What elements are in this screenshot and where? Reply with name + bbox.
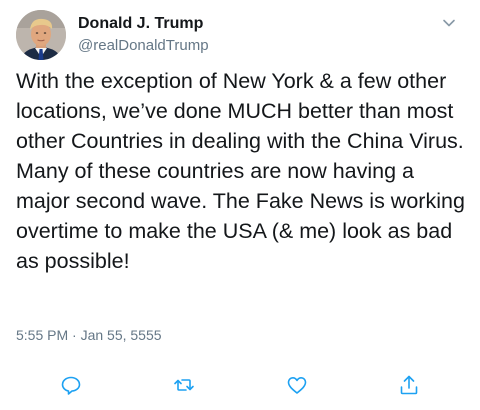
avatar-image — [16, 10, 66, 60]
author-handle[interactable]: @realDonaldTrump — [78, 37, 209, 54]
tweet-timestamp[interactable]: 5:55 PM · Jan 55, 5555 — [16, 327, 162, 343]
retweet-icon[interactable] — [172, 373, 196, 397]
author-display-name[interactable]: Donald J. Trump — [78, 15, 203, 33]
avatar[interactable] — [16, 10, 66, 60]
reply-icon[interactable] — [59, 373, 83, 397]
tweet-text: With the exception of New York & a few o… — [16, 69, 471, 273]
tweet-card: Donald J. Trump @realDonaldTrump With th… — [0, 0, 480, 410]
share-icon[interactable] — [397, 373, 421, 397]
tweet-actions-bar — [0, 370, 480, 400]
heart-icon[interactable] — [285, 373, 309, 397]
chevron-down-icon[interactable] — [440, 14, 458, 32]
